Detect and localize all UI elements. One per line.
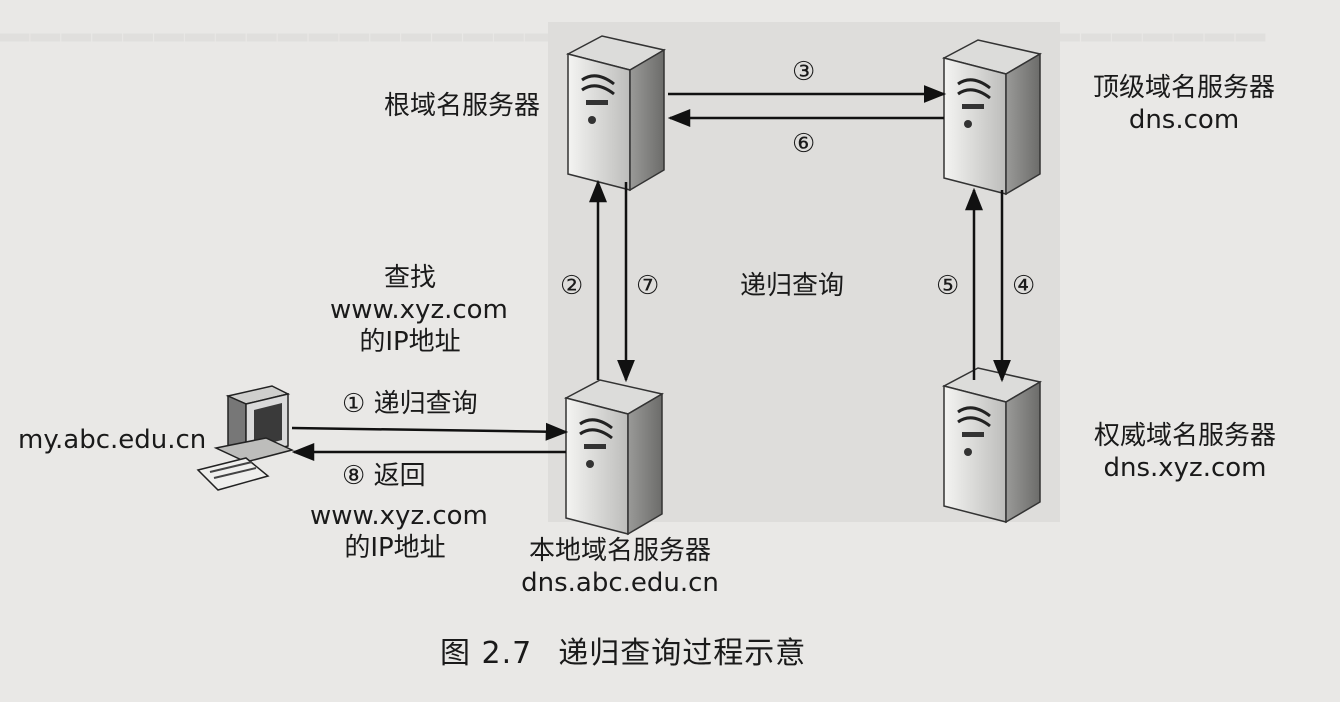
auth-server-label: 权威域名服务器 dns.xyz.com xyxy=(1060,420,1310,484)
tld-server-label: 顶级域名服务器 dns.com xyxy=(1064,72,1304,136)
root-server-icon xyxy=(566,34,666,192)
reply-line-2: 的IP地址 xyxy=(344,533,446,563)
query-text: 查找 www.xyz.com 的IP地址 xyxy=(330,262,508,358)
tld-server-icon xyxy=(942,38,1042,196)
step-8-label: ⑧ 返回 xyxy=(342,461,426,491)
authoritative-server-icon xyxy=(942,366,1042,524)
step-3-label: ③ xyxy=(792,57,816,87)
reply-text: www.xyz.com 的IP地址 xyxy=(310,500,488,564)
root-server-label: 根域名服务器 xyxy=(384,91,541,121)
tld-server-name: 顶级域名服务器 xyxy=(1092,73,1275,103)
step-2-label: ② xyxy=(560,271,584,301)
step-1-label: ① 递归查询 xyxy=(342,389,478,419)
query-line-2: www.xyz.com xyxy=(330,295,508,325)
step-6-label: ⑥ xyxy=(792,129,816,159)
client-host-label: my.abc.edu.cn xyxy=(18,425,207,455)
computer-icon xyxy=(196,385,295,491)
local-server-label: 本地域名服务器 dns.abc.edu.cn xyxy=(510,535,730,599)
step-5-label: ⑤ xyxy=(936,271,960,301)
query-line-3: 的IP地址 xyxy=(359,327,461,357)
figure-number: 图 2.7 xyxy=(440,636,533,671)
local-server-name: 本地域名服务器 xyxy=(528,536,711,566)
tld-server-domain: dns.com xyxy=(1128,105,1240,135)
step-4-label: ④ xyxy=(1012,271,1036,301)
query-line-1: 查找 xyxy=(383,263,436,293)
figure-caption: 图 2.7 递归查询过程示意 xyxy=(440,628,806,672)
auth-server-name: 权威域名服务器 xyxy=(1093,421,1276,451)
local-server-domain: dns.abc.edu.cn xyxy=(521,568,719,598)
step-7-label: ⑦ xyxy=(636,271,660,301)
recursive-query-label: 递归查询 xyxy=(740,271,845,301)
arrow-step-1 xyxy=(291,422,569,441)
figure-title: 递归查询过程示意 xyxy=(558,636,807,671)
local-server-icon xyxy=(564,378,664,536)
auth-server-domain: dns.xyz.com xyxy=(1103,453,1267,483)
reply-line-1: www.xyz.com xyxy=(310,501,488,531)
